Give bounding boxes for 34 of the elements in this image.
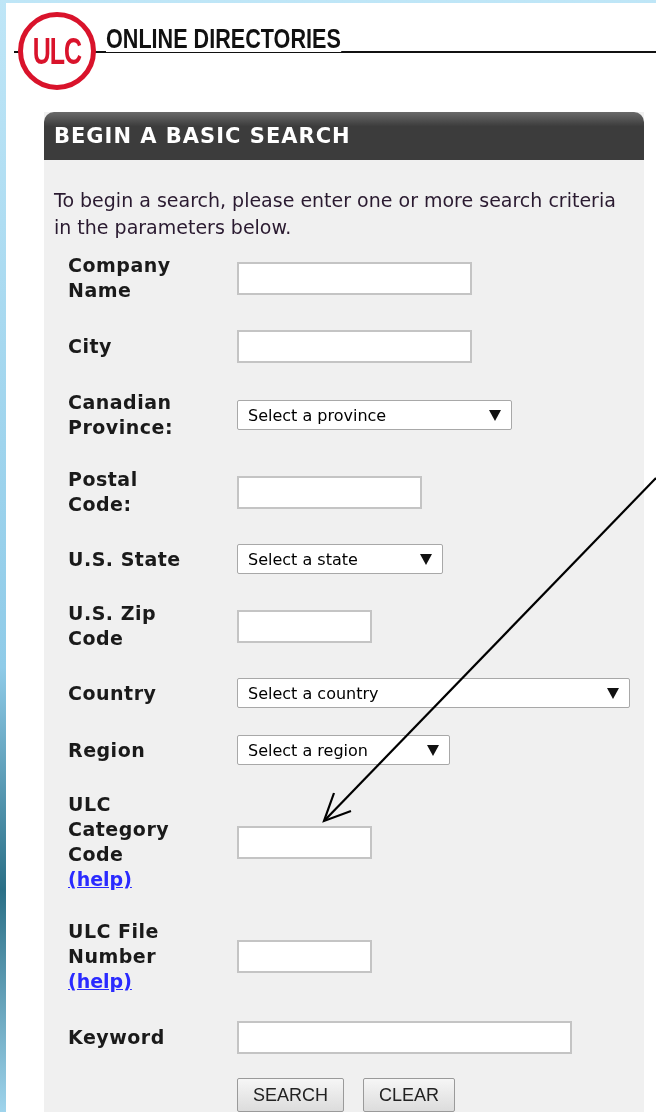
field-label: Canadian Province: [68,390,175,440]
field-label: U.S. State [68,546,182,572]
field-label: Company Name [68,253,172,303]
dropdown[interactable]: Select a country [237,678,630,708]
intro-text: To begin a search, please enter one or more search criteria in the parameters below. [54,188,617,240]
text-input[interactable] [237,330,472,363]
panel-title: BEGIN A BASIC SEARCH [44,112,644,160]
field-label: ULC Category Code [68,792,171,867]
dropdown[interactable]: Select a province [237,400,512,430]
dropdown[interactable]: Select a state [237,544,443,574]
text-input[interactable] [237,261,472,295]
field-label: Region [68,737,147,763]
text-input[interactable] [237,475,422,509]
search-button[interactable]: SEARCH [237,1078,344,1112]
clear-button[interactable]: CLEAR [363,1078,456,1112]
help-link[interactable]: (help) [68,867,132,892]
help-link[interactable]: (help) [68,969,132,994]
caret-icon [607,687,619,699]
field-label: Postal Code: [68,467,139,517]
page-title: ONLINE DIRECTORIES [106,26,341,52]
field-label: ULC File Number [68,919,160,969]
field-label: Keyword [68,1025,166,1050]
text-input[interactable] [237,940,372,973]
logo-text: ULC [32,29,82,73]
text-input[interactable] [237,609,372,643]
text-input[interactable] [237,825,372,859]
caret-icon [427,744,439,756]
field-label: U.S. Zip Code [68,601,158,651]
caret-icon [489,409,501,421]
field-label: Country [68,680,158,706]
field-label: City [68,334,113,359]
dropdown[interactable]: Select a region [237,735,450,765]
caret-icon [420,553,432,565]
text-input[interactable] [237,1021,572,1054]
